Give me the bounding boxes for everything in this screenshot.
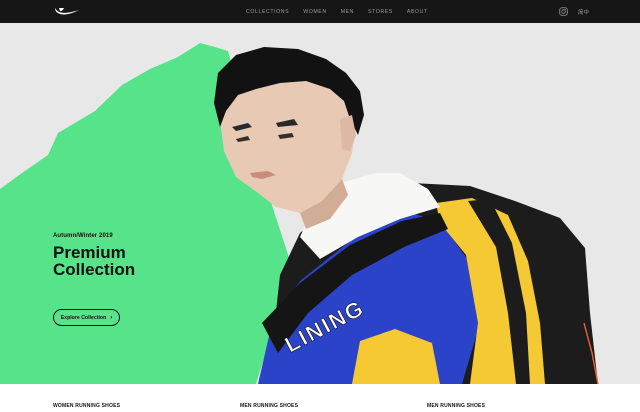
season-label: Autumn/Winter 2019 [53,233,113,239]
nav-item-about[interactable]: ABOUT [407,9,428,15]
explore-collection-button[interactable]: Explore Collection › [53,309,120,326]
nav-item-collections[interactable]: COLLECTIONS [246,9,289,15]
category-men-running-shoes-2[interactable]: MEN RUNNING SHOES [427,403,485,409]
chevron-right-icon: › [110,314,113,321]
hero-text-block: Autumn/Winter 2019 Premium Collection [53,233,173,278]
language-switch[interactable]: 简中 [578,8,589,16]
hero-artwork: LINING [0,43,599,384]
hero-title: Premium Collection [53,243,136,279]
nav-item-stores[interactable]: STORES [368,9,393,15]
hero-banner: LINING Autumn/Winter 2019 Premium Collec… [0,23,640,384]
category-men-running-shoes[interactable]: MEN RUNNING SHOES [240,403,298,409]
main-nav: COLLECTIONS WOMEN MEN STORES ABOUT [246,0,428,23]
nav-item-women[interactable]: WOMEN [303,9,326,15]
explore-collection-label: Explore Collection [60,314,107,321]
top-navigation-bar: COLLECTIONS WOMEN MEN STORES ABOUT 简中 [0,0,640,23]
category-women-running-shoes[interactable]: WOMEN RUNNING SHOES [53,403,120,409]
brand-logo-icon[interactable] [53,6,81,17]
nav-item-men[interactable]: MEN [341,9,354,15]
instagram-icon[interactable] [559,7,568,16]
category-strip: WOMEN RUNNING SHOES MEN RUNNING SHOES ME… [0,384,640,412]
